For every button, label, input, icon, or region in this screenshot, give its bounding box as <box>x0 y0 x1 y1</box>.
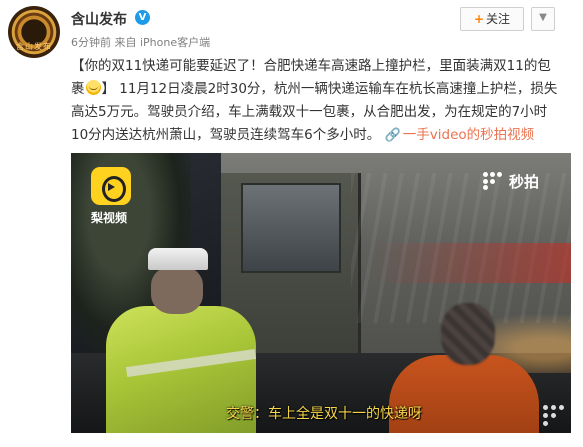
avatar[interactable]: 含山发布 <box>8 6 60 58</box>
post-source: 来自 iPhone客户端 <box>114 36 211 49</box>
link-icon: 🔗 <box>384 128 401 143</box>
chevron-down-icon: ▼ <box>539 12 547 23</box>
post-line-2a: 裹 <box>71 81 85 97</box>
post-meta: 6分钟前 来自 iPhone客户端 <box>71 34 210 50</box>
plus-icon: + <box>473 12 485 26</box>
post-line-1: 【你的双11快递可能要延迟了！合肥快递车高速路上撞护栏，里面装满双11的包 <box>71 58 551 74</box>
miaopai-icon <box>483 172 505 190</box>
miaopai-corner-icon <box>541 403 565 427</box>
pear-video-logo-icon <box>91 167 131 205</box>
account-name[interactable]: 含山发布 <box>71 9 127 29</box>
post-text: 【你的双11快递可能要延迟了！合肥快递车高速路上撞护栏，里面装满双11的包 裹】… <box>71 55 571 147</box>
follow-button[interactable]: + 关注 <box>460 7 524 31</box>
video-player[interactable]: 梨视频 秒拍 交警：车上全是双十一的快递呀 <box>71 153 571 433</box>
more-options-button[interactable]: ▼ <box>531 7 555 31</box>
post-time[interactable]: 6分钟前 <box>71 36 111 49</box>
miaopai-watermark: 秒拍 <box>483 170 539 192</box>
pear-video-label: 梨视频 <box>91 211 128 225</box>
video-caption: 交警：车上全是双十一的快递呀 <box>226 406 422 422</box>
video-frame <box>71 153 571 433</box>
follow-label: 关注 <box>486 12 511 26</box>
emoji-icon <box>85 80 101 95</box>
miaopai-label: 秒拍 <box>509 172 540 191</box>
post-line-2b: 】 11月12日凌晨2时30分，杭州一辆快递运输车在杭长高速撞上护栏，损失 <box>101 81 558 97</box>
verified-icon: V <box>135 10 150 25</box>
video-link[interactable]: 🔗 一手video的秒拍视频 <box>385 127 535 143</box>
avatar-label: 含山发布 <box>16 42 52 51</box>
video-link-label: 一手video的秒拍视频 <box>402 127 535 143</box>
post-line-3: 高达5万元。驾驶员介绍，车上满载双十一包裹，从合肥出发，为在规定的7小时 <box>71 104 548 120</box>
post-line-4: 10分内送达杭州萧山，驾驶员连续驾车6个多小时。 <box>71 127 381 143</box>
